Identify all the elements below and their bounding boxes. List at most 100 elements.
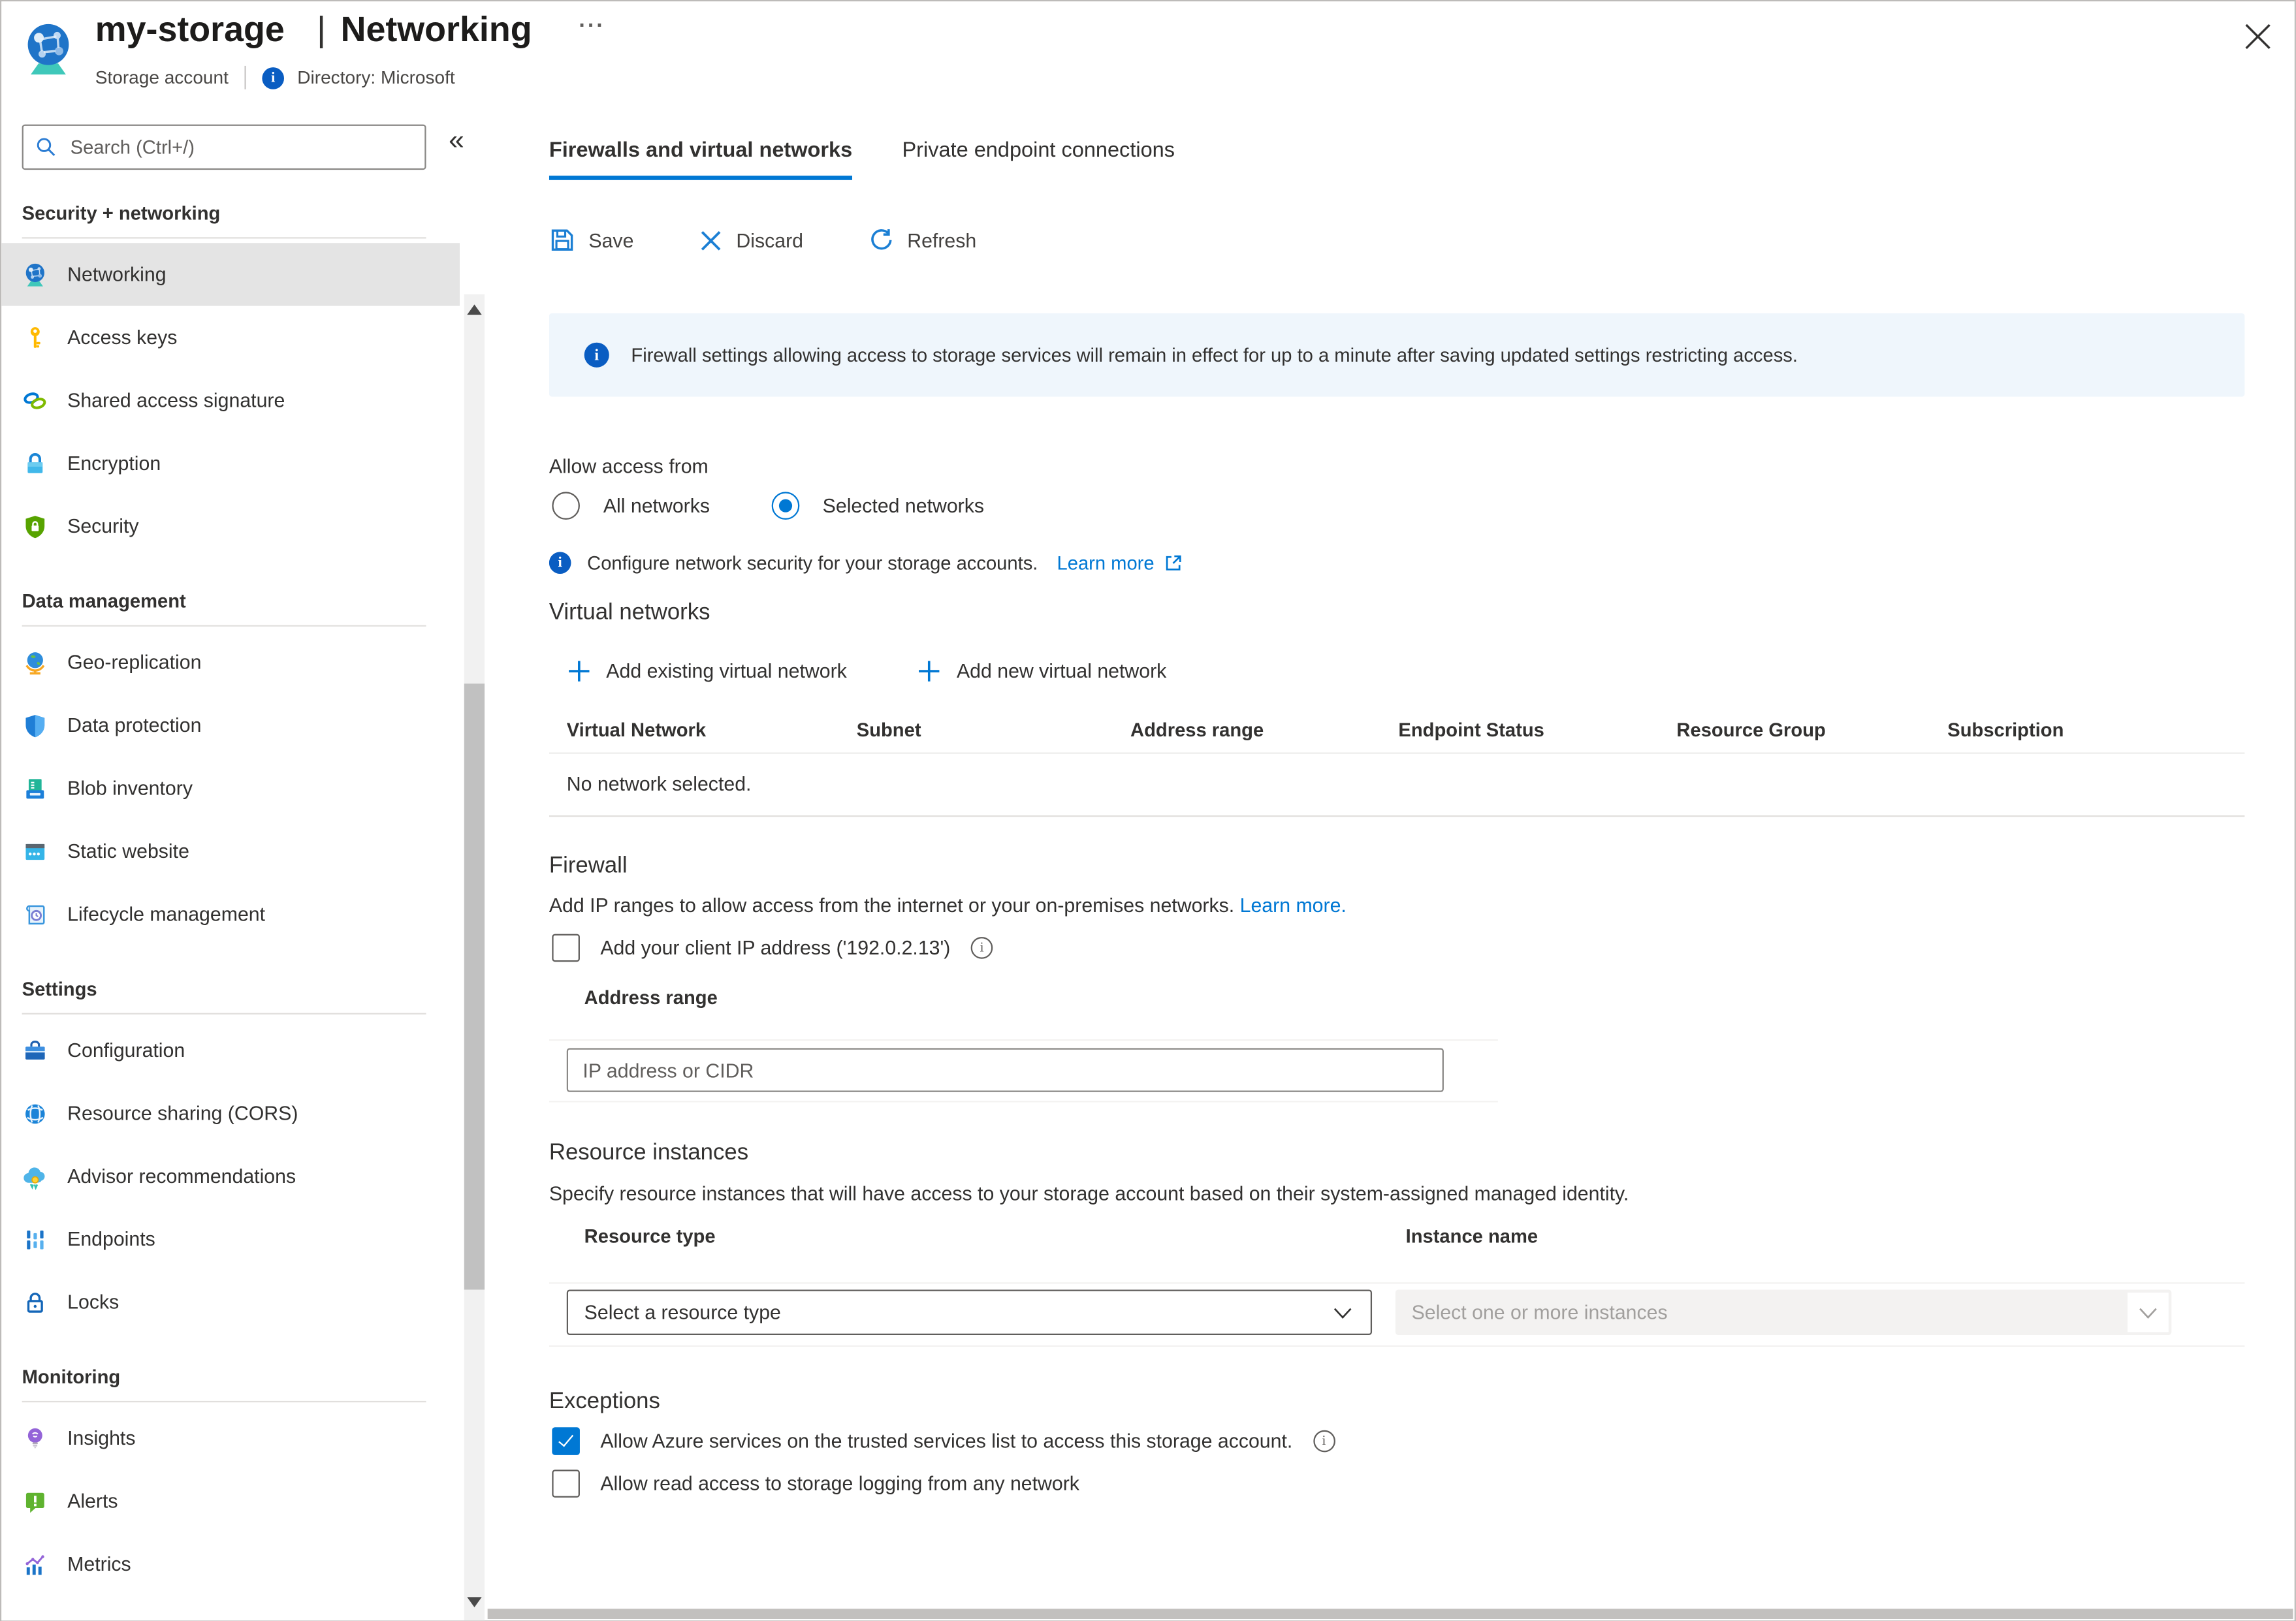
resource-instances-column-labels: Resource type Instance name	[549, 1225, 2245, 1248]
sidebar: « Security + networking Networking Acces…	[1, 110, 485, 1620]
sidebar-item-label: Advisor recommendations	[67, 1165, 296, 1188]
subtitle-divider	[245, 66, 246, 89]
sidebar-item-security[interactable]: Security	[1, 495, 460, 558]
tab-bar: Firewalls and virtual networks Private e…	[549, 131, 2245, 180]
chart-bars-icon	[22, 1551, 48, 1577]
resource-name: my-storage	[95, 10, 285, 50]
collapse-sidebar-icon[interactable]: «	[449, 127, 464, 155]
sidebar-item-label: Configuration	[67, 1039, 185, 1062]
resource-type-select[interactable]: Select a resource type	[567, 1289, 1372, 1335]
address-range-input[interactable]	[567, 1048, 1444, 1092]
firewall-title: Firewall	[549, 853, 2245, 879]
scroll-down-icon[interactable]	[467, 1597, 481, 1607]
partial-item-icon	[22, 1599, 460, 1621]
close-icon[interactable]	[2242, 20, 2274, 52]
sidebar-item-blob-inventory[interactable]: Blob inventory	[1, 757, 460, 819]
main-content: Firewalls and virtual networks Private e…	[549, 131, 2245, 1621]
banner-text: Firewall settings allowing access to sto…	[631, 344, 1798, 366]
learn-more-link[interactable]: Learn more	[1057, 552, 1155, 574]
sidebar-item-advisor-recommendations[interactable]: Advisor recommendations	[1, 1144, 460, 1207]
scroll-up-icon[interactable]	[467, 304, 481, 315]
column-address-range: Address range	[1130, 719, 1398, 741]
add-existing-vnet-label: Add existing virtual network	[606, 660, 846, 682]
sidebar-item-access-keys[interactable]: Access keys	[1, 306, 460, 369]
firewall-learn-more-link[interactable]: Learn more.	[1240, 894, 1347, 917]
discard-button[interactable]: Discard	[698, 228, 803, 253]
azure-portal-networking-blade: my-storage|Networking··· Storage account…	[0, 0, 2296, 1621]
sidebar-search[interactable]	[22, 125, 426, 170]
trusted-services-checkbox[interactable]	[552, 1427, 580, 1455]
storage-logging-checkbox[interactable]	[552, 1470, 580, 1498]
info-icon: i	[549, 552, 571, 574]
refresh-button[interactable]: Refresh	[868, 227, 977, 253]
sidebar-item-endpoints[interactable]: Endpoints	[1, 1208, 460, 1270]
sidebar-item-label: Alerts	[67, 1490, 118, 1513]
vnet-table-header: Virtual Network Subnet Address range End…	[549, 719, 2245, 741]
exceptions-title: Exceptions	[549, 1389, 2245, 1415]
save-label: Save	[588, 229, 633, 251]
sidebar-search-row: «	[1, 110, 485, 177]
sidebar-scrollbar[interactable]	[464, 294, 485, 1621]
refresh-label: Refresh	[907, 229, 976, 251]
sidebar-item-encryption[interactable]: Encryption	[1, 432, 460, 494]
add-existing-vnet-button[interactable]: Add existing virtual network	[567, 659, 847, 684]
tab-private-endpoint-connections[interactable]: Private endpoint connections	[902, 139, 1175, 180]
blade-title: my-storage|Networking···	[95, 10, 605, 52]
row-divider	[549, 1039, 1498, 1041]
sidebar-item-lifecycle-management[interactable]: Lifecycle management	[1, 883, 460, 945]
section-divider	[22, 1013, 426, 1015]
resource-type-value: Select a resource type	[584, 1301, 1331, 1323]
lock-outline-icon	[22, 1289, 48, 1315]
sidebar-item-insights[interactable]: Insights	[1, 1407, 460, 1470]
column-subscription: Subscription	[1947, 719, 2240, 741]
search-input[interactable]	[67, 134, 413, 159]
sidebar-item-geo-replication[interactable]: Geo-replication	[1, 631, 460, 693]
note-text: Configure network security for your stor…	[587, 552, 1038, 574]
sidebar-scrollbar-thumb[interactable]	[464, 684, 485, 1289]
radio-selected-networks-label: Selected networks	[823, 495, 984, 517]
sidebar-item-label: Shared access signature	[67, 389, 285, 411]
chevron-down-icon	[2137, 1300, 2160, 1324]
sidebar-item-label: Lifecycle management	[67, 903, 265, 925]
tab-firewalls-and-virtual-networks[interactable]: Firewalls and virtual networks	[549, 139, 852, 180]
sidebar-item-shared-access-signature[interactable]: Shared access signature	[1, 369, 460, 432]
sidebar-item-locks[interactable]: Locks	[1, 1270, 460, 1333]
shield-blue-icon	[22, 712, 48, 738]
add-new-vnet-button[interactable]: Add new virtual network	[917, 659, 1166, 684]
client-ip-info-icon: i	[971, 937, 993, 959]
blade-header: my-storage|Networking··· Storage account…	[1, 1, 2294, 110]
client-ip-checkbox[interactable]	[552, 934, 580, 962]
more-menu-button[interactable]: ···	[579, 13, 605, 38]
radio-all-networks[interactable]	[552, 492, 580, 520]
trusted-services-label: Allow Azure services on the trusted serv…	[600, 1430, 1292, 1453]
info-banner: i Firewall settings allowing access to s…	[549, 313, 2245, 397]
horizontal-scrollbar-thumb[interactable]	[488, 1609, 2293, 1619]
sidebar-item-label: Blob inventory	[67, 778, 193, 800]
alert-bubble-icon	[22, 1488, 48, 1514]
sidebar-item-label: Data protection	[67, 714, 201, 736]
section-security-networking: Security + networking	[1, 183, 460, 237]
sidebar-item-partial[interactable]	[1, 1596, 460, 1620]
horizontal-scrollbar[interactable]	[488, 1609, 2293, 1619]
radio-selected-networks[interactable]	[771, 492, 799, 520]
blade-name: Networking	[341, 10, 532, 50]
sidebar-item-data-protection[interactable]: Data protection	[1, 694, 460, 757]
section-divider	[22, 237, 426, 238]
network-security-note: i Configure network security for your st…	[549, 552, 2245, 574]
sidebar-item-configuration[interactable]: Configuration	[1, 1019, 460, 1082]
shield-lock-icon	[22, 513, 48, 539]
lightbulb-icon	[22, 1425, 48, 1451]
resource-instances-title: Resource instances	[549, 1141, 2245, 1167]
sidebar-item-label: Insights	[67, 1427, 135, 1449]
sidebar-item-networking[interactable]: Networking	[1, 243, 460, 306]
sidebar-item-resource-sharing-cors[interactable]: Resource sharing (CORS)	[1, 1082, 460, 1144]
sidebar-item-static-website[interactable]: Static website	[1, 820, 460, 883]
firewall-description-text: Add IP ranges to allow access from the i…	[549, 894, 1234, 917]
sidebar-item-alerts[interactable]: Alerts	[1, 1470, 460, 1532]
sidebar-item-metrics[interactable]: Metrics	[1, 1533, 460, 1596]
save-button[interactable]: Save	[549, 227, 634, 253]
allow-access-label: Allow access from	[549, 455, 2245, 477]
instance-name-select[interactable]: Select one or more instances	[1395, 1289, 2171, 1335]
sidebar-item-label: Geo-replication	[67, 652, 201, 674]
virtual-networks-title: Virtual networks	[549, 600, 2245, 626]
